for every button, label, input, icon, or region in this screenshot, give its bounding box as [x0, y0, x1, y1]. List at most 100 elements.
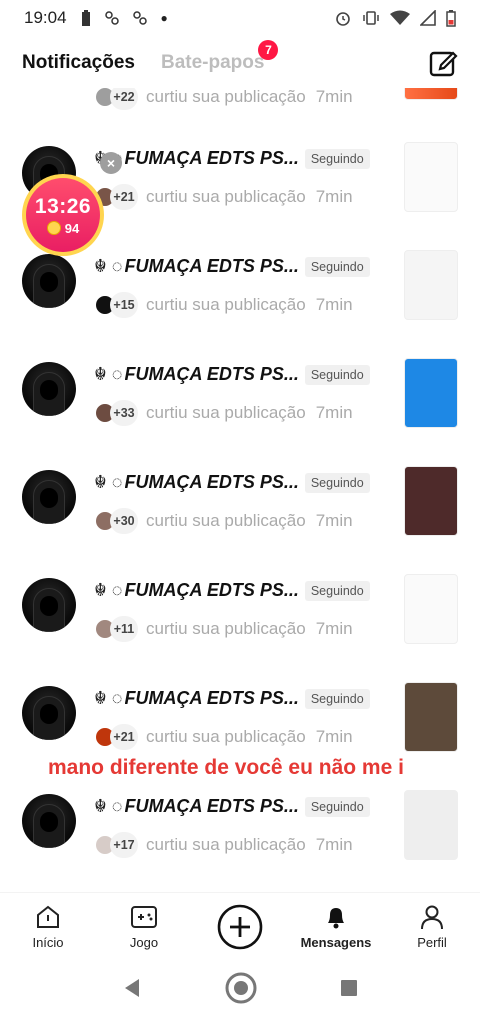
notification-time: 7min [315, 511, 353, 530]
wifi-icon [390, 10, 410, 25]
following-badge: Seguindo [304, 148, 370, 169]
likes-count: +21 [110, 724, 138, 750]
tab-chats[interactable]: Bate-papos 7 [160, 40, 279, 74]
status-time: 19:04 [24, 8, 67, 27]
following-badge: Seguindo [304, 256, 370, 277]
name-decoration: ☬ ◌ [94, 364, 123, 384]
notification-meta: +21 curtiu sua publicação 7min [94, 724, 353, 750]
notification-meta: +21 curtiu sua publicação 7min [94, 184, 353, 210]
avatar[interactable] [22, 470, 76, 524]
likes-count: +30 [110, 508, 138, 534]
name-decoration: ☬ ◌ [94, 256, 123, 276]
post-thumbnail[interactable] [404, 574, 458, 644]
nav-home-label: Início [32, 935, 64, 950]
likes-count: +11 [110, 616, 138, 642]
notification-text: curtiu sua publicação [146, 88, 306, 106]
avatar[interactable] [22, 794, 76, 848]
person-icon [421, 905, 443, 930]
notification-text: curtiu sua publicação [146, 619, 306, 638]
notification-app-icon [104, 11, 119, 25]
notification-time: 7min [315, 727, 353, 746]
following-badge: Seguindo [304, 364, 370, 385]
coin-count: 94 [64, 220, 80, 236]
vibrate-icon [363, 11, 379, 25]
avatar[interactable] [22, 578, 76, 632]
notification-row[interactable]: ☬ ◌ FUMAÇA EDTS PS... Seguindo +17 curti… [0, 790, 480, 880]
likes-count: +15 [110, 292, 138, 318]
user-name[interactable]: FUMAÇA EDTS PS... [125, 796, 299, 817]
tab-notifications[interactable]: Notificações [22, 52, 135, 74]
post-thumbnail[interactable] [404, 358, 458, 428]
user-name[interactable]: FUMAÇA EDTS PS... [125, 256, 299, 277]
reward-timer-bubble[interactable]: 13:26 94 [22, 174, 104, 256]
nav-home[interactable]: Início [8, 893, 88, 950]
notification-text: curtiu sua publicação [146, 511, 306, 530]
nav-game[interactable]: Jogo [104, 893, 184, 950]
gamepad-icon [131, 906, 157, 928]
notification-meta: +22 curtiu sua publicação 7min [94, 88, 353, 110]
create-plus-icon [217, 904, 263, 950]
following-badge: Seguindo [304, 688, 370, 709]
user-name[interactable]: FUMAÇA EDTS PS... [125, 580, 299, 601]
following-badge: Seguindo [304, 796, 370, 817]
notification-row[interactable]: ☬ ◌ FUMAÇA EDTS PS... Seguindo +30 curti… [0, 466, 480, 578]
notification-text: curtiu sua publicação [146, 835, 306, 854]
chats-unread-badge: 7 [258, 40, 279, 60]
name-decoration: ☬ ◌ [94, 688, 123, 708]
bell-icon [328, 908, 344, 929]
post-thumbnail[interactable] [404, 250, 458, 320]
post-thumbnail[interactable] [404, 142, 458, 212]
more-notifications-dot-icon: ● [160, 11, 168, 25]
notification-row[interactable]: ☬ ◌ FUMAÇA EDTS PS... Seguindo +15 curti… [0, 250, 480, 362]
notification-app-icon-2 [132, 11, 147, 25]
user-name[interactable]: FUMAÇA EDTS PS... [125, 472, 299, 493]
likes-count: +21 [110, 184, 138, 210]
likes-count: +33 [110, 400, 138, 426]
notification-time: 7min [315, 835, 353, 854]
name-decoration: ☬ ◌ [94, 472, 123, 492]
avatar[interactable] [22, 254, 76, 308]
post-thumbnail[interactable] [404, 88, 458, 100]
video-caption: mano diferente de você eu não me i [48, 756, 404, 779]
avatar[interactable] [22, 362, 76, 416]
notification-time: 7min [315, 403, 353, 422]
timer-close-icon[interactable]: × [100, 152, 122, 174]
following-badge: Seguindo [304, 472, 370, 493]
user-name[interactable]: FUMAÇA EDTS PS... [125, 688, 299, 709]
post-thumbnail[interactable] [404, 790, 458, 860]
bottom-nav: Início Jogo Mensagens Perfil [0, 892, 480, 962]
top-tabs: Notificações Bate-papos 7 [0, 38, 480, 88]
notification-meta: +17 curtiu sua publicação 7min [94, 832, 353, 858]
compose-icon[interactable] [428, 48, 458, 78]
system-nav-bar [0, 962, 480, 1014]
nav-messages[interactable]: Mensagens [296, 893, 376, 950]
nav-create[interactable] [200, 893, 280, 951]
user-name[interactable]: FUMAÇA EDTS PS... [125, 148, 299, 169]
tab-chats-label: Bate-papos [160, 52, 265, 73]
post-thumbnail[interactable] [404, 682, 458, 752]
likes-count: +22 [110, 88, 138, 110]
notification-meta: +33 curtiu sua publicação 7min [94, 400, 353, 426]
notification-text: curtiu sua publicação [146, 187, 306, 206]
notification-time: 7min [315, 619, 353, 638]
notification-row[interactable]: ☬ ◌ FUMAÇA EDTS PS... Seguindo +33 curti… [0, 358, 480, 470]
user-name[interactable]: FUMAÇA EDTS PS... [125, 364, 299, 385]
nav-game-label: Jogo [129, 935, 159, 950]
notification-meta: +15 curtiu sua publicação 7min [94, 292, 353, 318]
nav-messages-label: Mensagens [300, 935, 372, 950]
home-icon [37, 905, 59, 928]
timer-time: 13:26 [34, 194, 92, 218]
battery-saver-icon [81, 10, 90, 26]
alarm-icon [336, 12, 350, 26]
notification-row[interactable]: ☬ ◌ FUMAÇA EDTS PS... Seguindo +11 curti… [0, 574, 480, 686]
post-thumbnail[interactable] [404, 466, 458, 536]
notification-time: 7min [315, 295, 353, 314]
notification-row-partial[interactable]: +22 curtiu sua publicação 7min [0, 88, 480, 146]
home-circle-icon[interactable] [224, 971, 258, 1005]
recents-icon[interactable] [339, 978, 359, 998]
avatar[interactable] [22, 686, 76, 740]
back-icon[interactable] [121, 977, 143, 999]
following-badge: Seguindo [304, 580, 370, 601]
nav-profile[interactable]: Perfil [392, 893, 472, 950]
signal-icon [420, 10, 436, 26]
